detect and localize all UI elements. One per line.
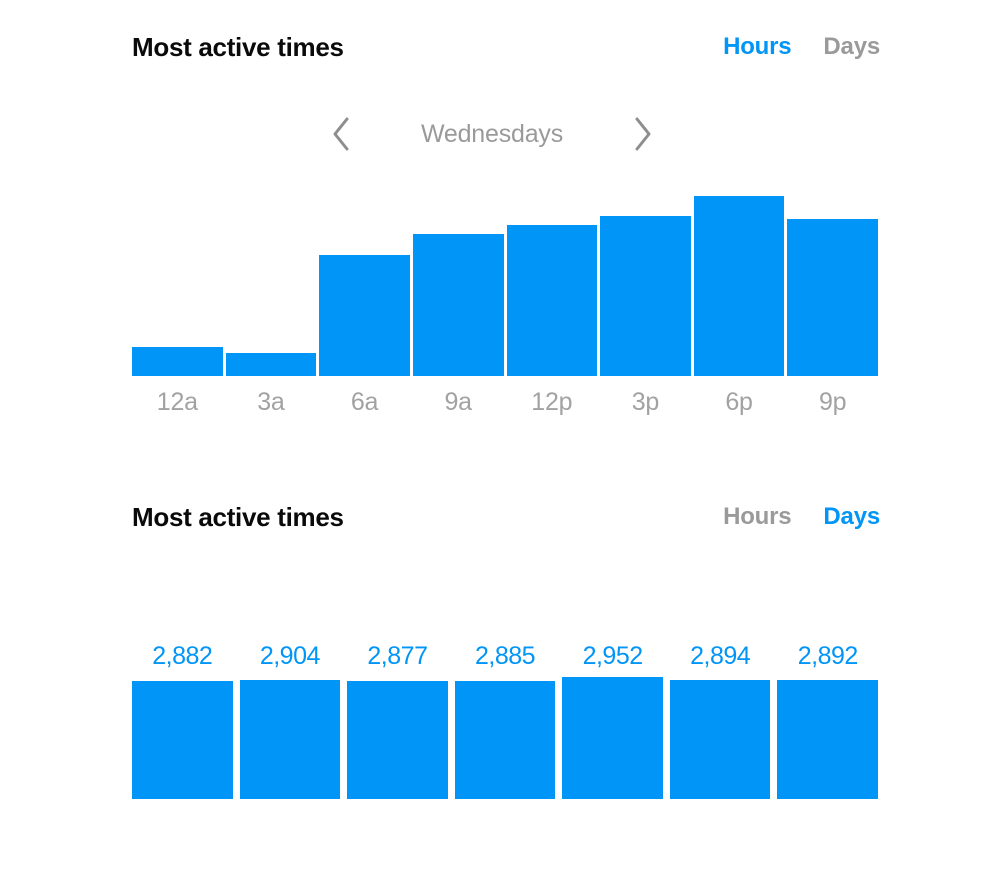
bar-slot (412, 196, 504, 376)
days-bar-chart: 2,882 2,904 2,877 2,885 2,952 2,894 2,892 (132, 641, 879, 799)
chart-bar[interactable] (693, 196, 785, 376)
bar-value-label: 2,952 (582, 642, 644, 670)
bar-slot: 2,877 (347, 641, 448, 799)
most-active-times-hours-card: Most active times Hours Days Wednesdays (0, 0, 984, 470)
chart-bar[interactable] (347, 681, 448, 799)
chart-bar[interactable] (777, 680, 879, 799)
page-title: Most active times (132, 32, 344, 62)
tab-days-secondary[interactable]: Days (823, 505, 880, 529)
chart-bar[interactable] (239, 680, 341, 799)
chart-bar[interactable] (412, 234, 504, 376)
chart-bar[interactable] (225, 353, 317, 376)
bar-slot: 2,885 (454, 641, 556, 799)
bar-slot: 2,892 (777, 641, 879, 799)
bar-slot (225, 196, 317, 376)
bar-slot: 2,882 (132, 641, 233, 799)
bar-slot (787, 196, 878, 376)
bar-slot: 2,894 (669, 641, 771, 799)
tab-hours-secondary[interactable]: Hours (723, 505, 792, 529)
insights-most-active-times-screen: Most active times Hours Days Wednesdays (0, 0, 984, 882)
chart-bar[interactable] (562, 677, 663, 799)
chart-bar[interactable] (132, 681, 233, 799)
bar-value-label: 2,877 (367, 642, 428, 670)
most-active-times-days-card: Most active times Hours Days 2,882 2,904 2… (0, 470, 984, 882)
days-section-header: Most active times Hours Days (132, 504, 880, 530)
pager-current-label: Wednesdays (420, 119, 564, 148)
bar-slot (132, 196, 223, 376)
hours-axis-labels: 12a 3a 6a 9a 12p 3p 6p 9p (132, 390, 878, 415)
pager-next-button[interactable] (617, 108, 669, 160)
axis-tick-label: 12a (156, 388, 198, 416)
bar-slot (693, 196, 785, 376)
axis-tick-label: 6p (725, 388, 753, 416)
chart-bar[interactable] (454, 681, 556, 799)
bar-value-label: 2,882 (152, 642, 213, 670)
bar-value-label: 2,892 (797, 642, 859, 670)
bar-value-label: 2,885 (474, 642, 536, 670)
bar-slot (600, 196, 691, 376)
page-title-days: Most active times (132, 502, 344, 532)
chart-bar[interactable] (132, 347, 223, 376)
axis-tick-label: 9p (818, 388, 847, 416)
axis-tick-label: 3a (257, 388, 285, 416)
pager-prev-button[interactable] (315, 108, 367, 160)
chart-bar[interactable] (669, 680, 771, 799)
chart-bar[interactable] (319, 255, 410, 376)
chart-bar[interactable] (787, 219, 878, 376)
day-pager: Wednesdays (0, 108, 984, 160)
bar-slot: 2,952 (562, 641, 663, 799)
hours-days-toggle-group: Hours Days (723, 35, 880, 59)
bar-value-label: 2,904 (259, 642, 321, 670)
tab-days[interactable]: Days (823, 35, 880, 59)
bar-slot (319, 196, 410, 376)
axis-tick-label: 3p (631, 388, 660, 416)
chevron-right-icon (633, 117, 653, 151)
days-hours-toggle-group: Hours Days (723, 505, 880, 529)
axis-tick-label: 12p (531, 388, 573, 416)
tab-hours[interactable]: Hours (723, 35, 792, 59)
hours-bars (132, 196, 878, 376)
hours-section-header: Most active times Hours Days (132, 34, 880, 60)
days-bars: 2,882 2,904 2,877 2,885 2,952 2,894 2,892 (132, 641, 879, 799)
chevron-left-icon (331, 117, 351, 151)
axis-tick-label: 6a (350, 388, 379, 416)
bar-slot (506, 196, 598, 376)
axis-tick-label: 9a (444, 388, 472, 416)
hours-bar-chart (132, 196, 878, 376)
chart-bar[interactable] (600, 216, 691, 376)
bar-slot: 2,904 (239, 641, 341, 799)
bar-value-label: 2,894 (690, 642, 751, 670)
chart-bar[interactable] (506, 225, 598, 376)
